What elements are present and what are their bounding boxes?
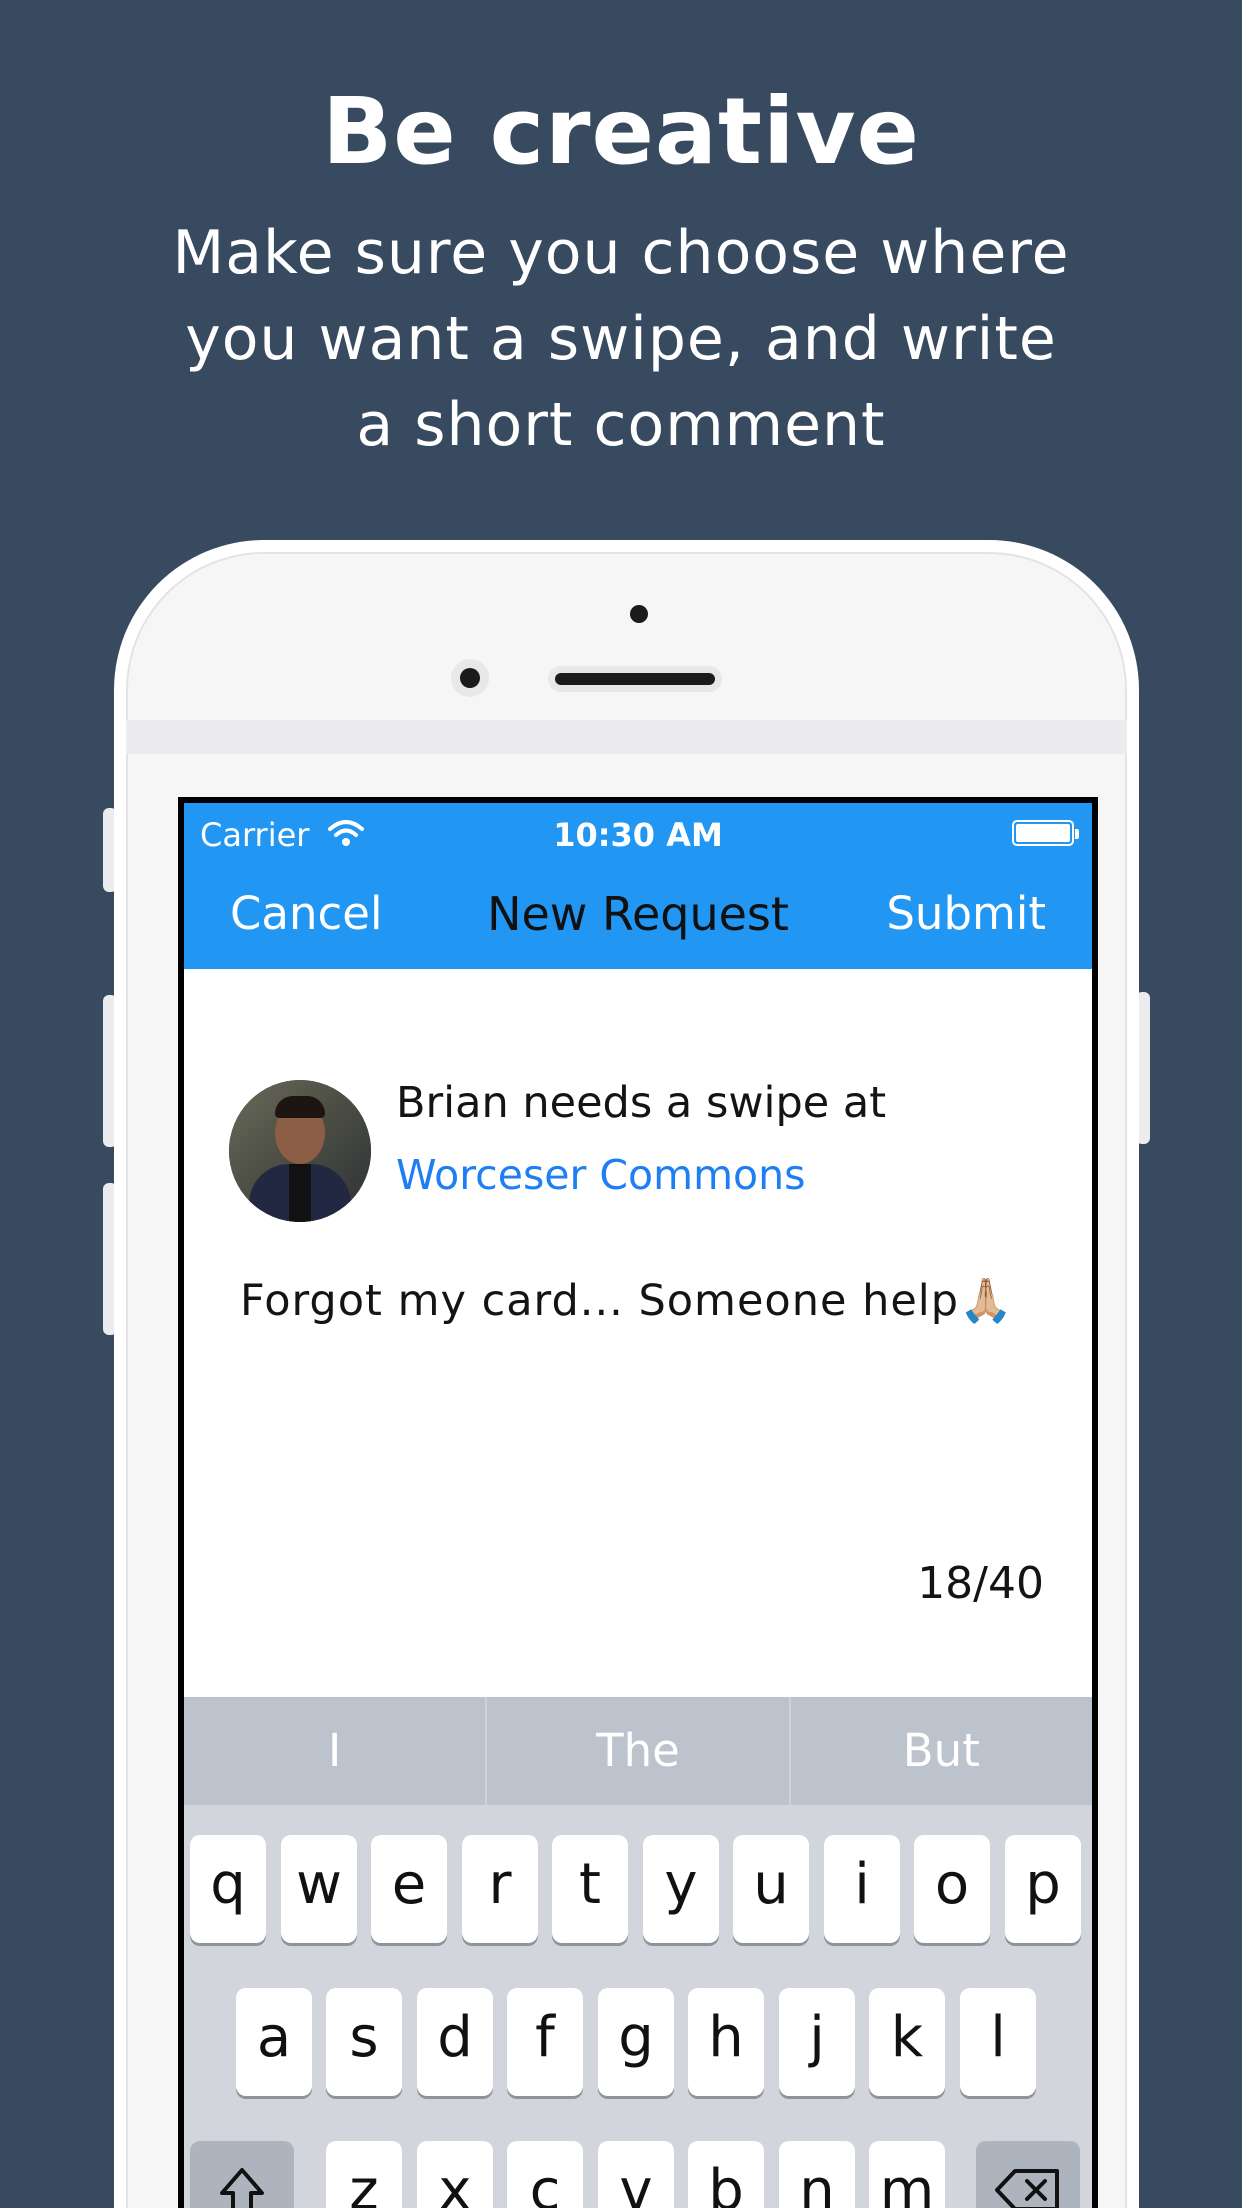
app-store-screenshot: Be creative Make sure you choose where y… xyxy=(0,0,1242,2208)
key-r[interactable]: r xyxy=(462,1835,538,1943)
request-headline: Brian needs a swipe at xyxy=(396,1078,887,1128)
predictive-suggestion-bar: I The But xyxy=(184,1697,1092,1805)
delete-icon[interactable] xyxy=(976,2141,1080,2208)
key-k[interactable]: k xyxy=(869,1988,945,2096)
key-j[interactable]: j xyxy=(779,1988,855,2096)
key-t[interactable]: t xyxy=(552,1835,628,1943)
keyboard: q w e r t y u i o p a s d f g h j k l z … xyxy=(184,1805,1092,2208)
character-counter: 18/40 xyxy=(917,1558,1044,1609)
key-i[interactable]: i xyxy=(824,1835,900,1943)
avatar xyxy=(229,1080,371,1222)
suggestion-item[interactable]: But xyxy=(788,1697,1092,1805)
location-link[interactable]: Worceser Commons xyxy=(396,1151,805,1199)
suggestion-item[interactable]: The xyxy=(485,1697,788,1805)
battery-icon xyxy=(1012,820,1079,846)
key-e[interactable]: e xyxy=(371,1835,447,1943)
key-p[interactable]: p xyxy=(1005,1835,1081,1943)
key-w[interactable]: w xyxy=(281,1835,357,1943)
headline: Be creative xyxy=(322,78,920,185)
earpiece-speaker xyxy=(548,666,722,692)
shift-icon[interactable] xyxy=(190,2141,294,2208)
key-l[interactable]: l xyxy=(960,1988,1036,2096)
key-c[interactable]: c xyxy=(507,2141,583,2208)
proximity-sensor xyxy=(451,659,489,697)
subheadline: Make sure you choose where you want a sw… xyxy=(172,218,1070,460)
key-u[interactable]: u xyxy=(733,1835,809,1943)
status-time: 10:30 AM xyxy=(553,816,723,854)
phone-frame: Carrier 10:30 AM Cancel New Request Subm… xyxy=(114,540,1139,2208)
key-x[interactable]: x xyxy=(417,2141,493,2208)
key-g[interactable]: g xyxy=(598,1988,674,2096)
key-b[interactable]: b xyxy=(688,2141,764,2208)
phone-antenna-band xyxy=(126,720,1127,754)
key-d[interactable]: d xyxy=(417,1988,493,2096)
key-s[interactable]: s xyxy=(326,1988,402,2096)
comment-text-area[interactable]: Forgot my card... Someone help🙏🏼 xyxy=(240,1276,1014,1326)
key-m[interactable]: m xyxy=(869,2141,945,2208)
key-q[interactable]: q xyxy=(190,1835,266,1943)
status-bar: Carrier 10:30 AM xyxy=(184,803,1092,861)
suggestion-item[interactable]: I xyxy=(184,1697,485,1805)
navigation-bar: Carrier 10:30 AM Cancel New Request Subm… xyxy=(184,803,1092,969)
key-a[interactable]: a xyxy=(236,1988,312,2096)
front-camera xyxy=(630,605,648,623)
submit-button[interactable]: Submit xyxy=(886,887,1046,940)
key-f[interactable]: f xyxy=(507,1988,583,2096)
key-n[interactable]: n xyxy=(779,2141,855,2208)
key-h[interactable]: h xyxy=(688,1988,764,2096)
key-z[interactable]: z xyxy=(326,2141,402,2208)
key-o[interactable]: o xyxy=(914,1835,990,1943)
phone-screen: Carrier 10:30 AM Cancel New Request Subm… xyxy=(178,797,1098,2208)
key-y[interactable]: y xyxy=(643,1835,719,1943)
key-v[interactable]: v xyxy=(598,2141,674,2208)
